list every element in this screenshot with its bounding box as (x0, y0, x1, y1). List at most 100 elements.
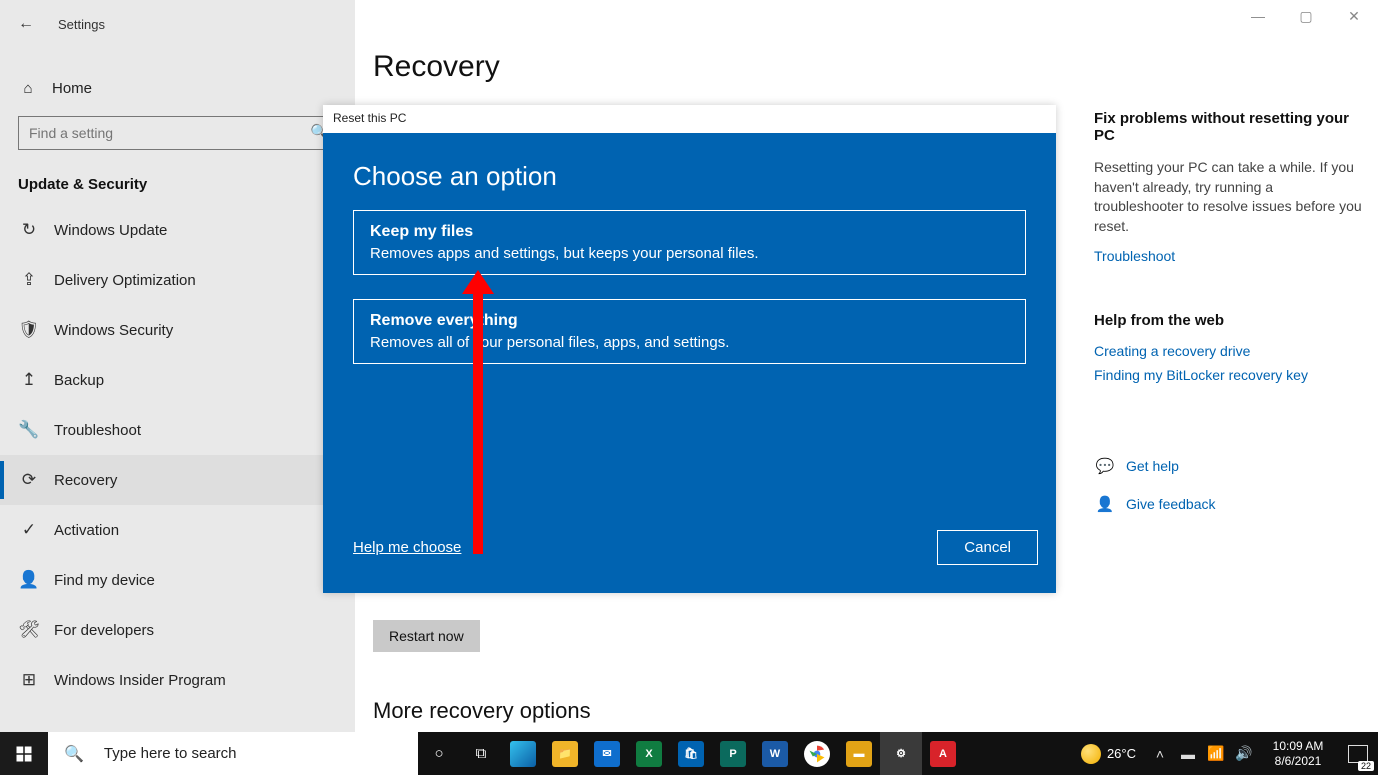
notification-icon (1348, 745, 1368, 763)
give-feedback-row[interactable]: 👤 Give feedback (1094, 495, 1364, 513)
taskbar-app-publisher[interactable]: P (712, 732, 754, 775)
option-keep-my-files[interactable]: Keep my files Removes apps and settings,… (353, 210, 1026, 275)
search-input[interactable] (18, 116, 337, 150)
wrench-icon: 🔧 (18, 420, 40, 440)
settings-sidebar: ← Settings ⌂ Home 🔍 Update & Security ↻ W… (0, 0, 355, 732)
fix-problems-body: Resetting your PC can take a while. If y… (1094, 158, 1364, 236)
sidebar-item-backup[interactable]: ↥ Backup (0, 355, 355, 405)
right-help-panel: Fix problems without resetting your PC R… (1094, 110, 1364, 513)
sidebar-item-label: Backup (54, 372, 104, 389)
dialog-titlebar[interactable]: Reset this PC (323, 105, 1056, 133)
feedback-icon: 👤 (1094, 495, 1116, 513)
taskbar-clock[interactable]: 10:09 AM 8/6/2021 (1258, 739, 1338, 768)
search-icon: 🔍 (64, 744, 84, 764)
sidebar-item-label: Find my device (54, 572, 155, 589)
sidebar-item-for-developers[interactable]: 🛠 For developers (0, 605, 355, 655)
minimize-button[interactable]: — (1234, 8, 1282, 25)
home-icon: ⌂ (18, 80, 38, 97)
dialog-bottom-row: Help me choose Cancel (353, 530, 1038, 565)
dialog-heading: Choose an option (323, 133, 1056, 210)
task-view-icon[interactable]: ⧉ (460, 732, 502, 775)
notification-count: 22 (1358, 761, 1374, 771)
cancel-button[interactable]: Cancel (937, 530, 1038, 565)
home-label: Home (52, 80, 92, 97)
more-recovery-options-heading: More recovery options (373, 698, 1378, 724)
option-description: Removes all of your personal files, apps… (370, 334, 1009, 351)
taskbar-search-placeholder: Type here to search (104, 745, 237, 762)
fix-problems-heading: Fix problems without resetting your PC (1094, 110, 1364, 144)
tray-volume-icon[interactable]: 🔊 (1230, 745, 1258, 762)
tray-chevron-icon[interactable]: ˄ (1146, 746, 1174, 762)
sidebar-item-windows-update[interactable]: ↻ Windows Update (0, 205, 355, 255)
check-icon: ✓ (18, 520, 40, 540)
sync-icon: ↻ (18, 220, 40, 240)
insider-icon: ⊞ (18, 670, 40, 690)
header-row: ← Settings (0, 8, 355, 40)
weather-icon (1081, 744, 1101, 764)
sidebar-item-label: Troubleshoot (54, 422, 141, 439)
chrome-icon (807, 744, 827, 764)
sidebar-home[interactable]: ⌂ Home (0, 64, 355, 112)
sidebar-item-troubleshoot[interactable]: 🔧 Troubleshoot (0, 405, 355, 455)
shield-icon: 🛡 (18, 320, 40, 340)
taskbar-app-chrome[interactable] (796, 732, 838, 775)
sidebar-item-activation[interactable]: ✓Activation (0, 505, 355, 555)
sidebar-item-label: Windows Insider Program (54, 672, 226, 689)
give-feedback-label: Give feedback (1126, 496, 1216, 512)
sidebar-item-label: Delivery Optimization (54, 272, 196, 289)
weather-widget[interactable]: 26°C (1081, 744, 1136, 764)
option-remove-everything[interactable]: Remove everything Removes all of your pe… (353, 299, 1026, 364)
temperature-text: 26°C (1107, 746, 1136, 761)
taskbar-app-word[interactable]: W (754, 732, 796, 775)
taskbar: 🔍 Type here to search ○ ⧉ 📁 ✉ X 🛍 P W ▬ … (0, 732, 1378, 775)
help-me-choose-link[interactable]: Help me choose (353, 539, 461, 556)
tray-battery-icon[interactable]: ▬ (1174, 746, 1202, 762)
sidebar-item-insider-program[interactable]: ⊞ Windows Insider Program (0, 655, 355, 705)
sidebar-item-label: Recovery (54, 472, 117, 489)
taskbar-app-folder[interactable]: ▬ (838, 732, 880, 775)
taskbar-search[interactable]: 🔍 Type here to search (48, 732, 418, 775)
clock-date: 8/6/2021 (1258, 754, 1338, 768)
tools-icon: 🛠 (18, 620, 40, 640)
system-tray: 26°C ˄ ▬ 📶 🔊 10:09 AM 8/6/2021 22 (1081, 732, 1378, 775)
close-button[interactable]: ✕ (1330, 8, 1378, 25)
bitlocker-key-link[interactable]: Finding my BitLocker recovery key (1094, 367, 1364, 383)
restart-now-button[interactable]: Restart now (373, 620, 480, 652)
sidebar-item-label: For developers (54, 622, 154, 639)
action-center-button[interactable]: 22 (1338, 732, 1378, 775)
window-controls: — ▢ ✕ (1228, 8, 1378, 25)
get-help-row[interactable]: 💬 Get help (1094, 457, 1364, 475)
sidebar-item-recovery[interactable]: ⟳ Recovery (0, 455, 355, 505)
back-icon[interactable]: ← (18, 15, 34, 33)
get-help-label: Get help (1126, 458, 1179, 474)
clock-time: 10:09 AM (1258, 739, 1338, 753)
taskbar-app-store[interactable]: 🛍 (670, 732, 712, 775)
recovery-drive-link[interactable]: Creating a recovery drive (1094, 343, 1364, 359)
taskbar-app-explorer[interactable]: 📁 (544, 732, 586, 775)
maximize-button[interactable]: ▢ (1282, 8, 1330, 25)
cortana-icon[interactable]: ○ (418, 732, 460, 775)
option-description: Removes apps and settings, but keeps you… (370, 245, 1009, 262)
taskbar-app-mail[interactable]: ✉ (586, 732, 628, 775)
sidebar-search[interactable]: 🔍 (18, 116, 337, 150)
troubleshoot-link[interactable]: Troubleshoot (1094, 248, 1364, 264)
option-title: Remove everything (370, 312, 1009, 330)
taskbar-app-excel[interactable]: X (628, 732, 670, 775)
delivery-icon: ⇪ (18, 270, 40, 290)
tray-wifi-icon[interactable]: 📶 (1202, 745, 1230, 762)
sidebar-section-title: Update & Security (18, 176, 355, 193)
reset-pc-dialog: Reset this PC Choose an option Keep my f… (323, 105, 1056, 593)
app-title: Settings (58, 17, 105, 32)
recovery-icon: ⟳ (18, 470, 40, 490)
taskbar-app-edge[interactable] (502, 732, 544, 775)
backup-icon: ↥ (18, 370, 40, 390)
sidebar-item-find-my-device[interactable]: 👤Find my device (0, 555, 355, 605)
sidebar-item-label: Windows Security (54, 322, 173, 339)
taskbar-app-settings[interactable]: ⚙ (880, 732, 922, 775)
sidebar-item-delivery-optimization[interactable]: ⇪ Delivery Optimization (0, 255, 355, 305)
sidebar-item-windows-security[interactable]: 🛡 Windows Security (0, 305, 355, 355)
start-button[interactable] (0, 732, 48, 775)
page-title: Recovery (373, 50, 1378, 84)
sidebar-item-label: Windows Update (54, 222, 167, 239)
taskbar-app-acrobat[interactable]: A (922, 732, 964, 775)
